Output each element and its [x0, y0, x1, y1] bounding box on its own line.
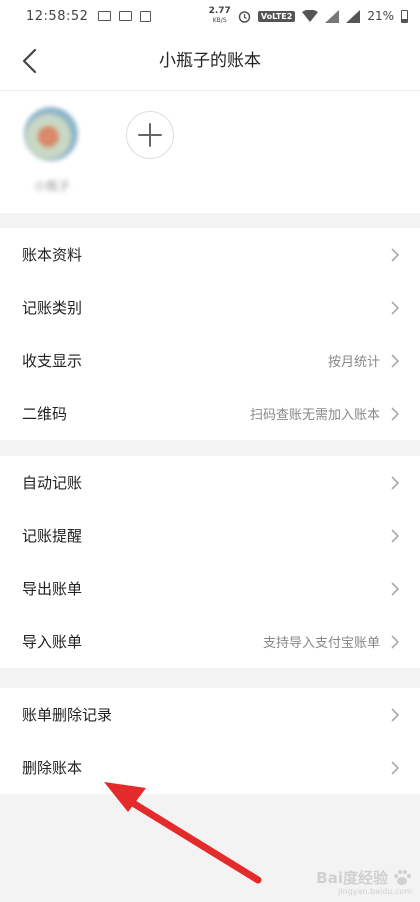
signal-icon-2 [346, 9, 361, 23]
wifi-icon [302, 10, 319, 22]
row-reminder[interactable]: 记账提醒 [0, 509, 420, 562]
chevron-right-icon [391, 406, 400, 421]
row-label: 二维码 [22, 405, 68, 423]
chevron-right-icon [391, 760, 400, 775]
avatar[interactable] [24, 107, 78, 161]
settings-group-3: 账单删除记录 删除账本 [0, 688, 420, 794]
status-bar: 12:58:52 2.77 KB/S VoLTE2 21% [0, 0, 420, 32]
row-auto-record[interactable]: 自动记账 [0, 456, 420, 509]
row-value: 支持导入支付宝账单 [262, 636, 380, 651]
page-title: 小瓶子的账本 [159, 51, 261, 71]
image-icon [140, 10, 152, 22]
row-label: 账本资料 [22, 246, 83, 264]
row-categories[interactable]: 记账类别 [0, 281, 420, 334]
chevron-right-icon [391, 634, 400, 649]
chevron-right-icon [391, 581, 400, 596]
volte-badge: VoLTE2 [257, 10, 296, 22]
chevron-right-icon [391, 528, 400, 543]
net-speed-unit: KB/S [212, 17, 227, 24]
settings-group-1: 账本资料 记账类别 收支显示 按月统计 二维码 扫码查账无需加入账本 [0, 228, 420, 440]
row-qr-code[interactable]: 二维码 扫码查账无需加入账本 [0, 387, 420, 440]
row-label: 记账提醒 [22, 527, 83, 545]
baidu-watermark: Bai度经验 jingyan.baidu.com [316, 867, 412, 896]
net-speed: 2.77 KB/S [209, 7, 231, 25]
row-import[interactable]: 导入账单 支持导入支付宝账单 [0, 615, 420, 668]
row-value: 扫码查账无需加入账本 [249, 408, 380, 423]
row-label: 导入账单 [22, 633, 83, 651]
row-label: 导出账单 [22, 580, 83, 598]
battery-icon [401, 9, 408, 23]
row-value: 按月统计 [327, 355, 380, 370]
chevron-right-icon [391, 247, 400, 262]
row-delete-history[interactable]: 账单删除记录 [0, 688, 420, 741]
settings-group-2: 自动记账 记账提醒 导出账单 导入账单 支持导入支付宝账单 [0, 456, 420, 668]
nav-bar: 小瓶子的账本 [0, 32, 420, 90]
net-speed-value: 2.77 [208, 6, 231, 16]
row-label: 删除账本 [22, 759, 83, 777]
row-label: 自动记账 [22, 474, 83, 492]
chevron-right-icon [391, 475, 400, 490]
watermark-site: jingyan.baidu.com [338, 887, 412, 896]
watermark-brand: Bai度经验 [316, 869, 388, 887]
battery-percent: 21% [367, 9, 394, 23]
chevron-right-icon [391, 353, 400, 368]
alarm-icon [238, 10, 251, 23]
members-section: 小瓶子 [0, 90, 420, 213]
add-member-button[interactable] [126, 111, 174, 159]
row-label: 账单删除记录 [22, 706, 113, 724]
row-label: 收支显示 [22, 352, 83, 370]
row-label: 记账类别 [22, 299, 83, 317]
mail-icon-2 [119, 11, 133, 21]
status-time: 12:58:52 [26, 8, 89, 24]
plus-icon [138, 123, 162, 147]
row-display-mode[interactable]: 收支显示 按月统计 [0, 334, 420, 387]
row-book-info[interactable]: 账本资料 [0, 228, 420, 281]
signal-icon [325, 9, 340, 23]
chevron-right-icon [391, 300, 400, 315]
row-export[interactable]: 导出账单 [0, 562, 420, 615]
chevron-right-icon [391, 707, 400, 722]
paw-logo-icon [394, 869, 411, 885]
avatar-name: 小瓶子 [33, 179, 70, 193]
mail-icon [98, 11, 112, 21]
row-delete-book[interactable]: 删除账本 [0, 741, 420, 794]
